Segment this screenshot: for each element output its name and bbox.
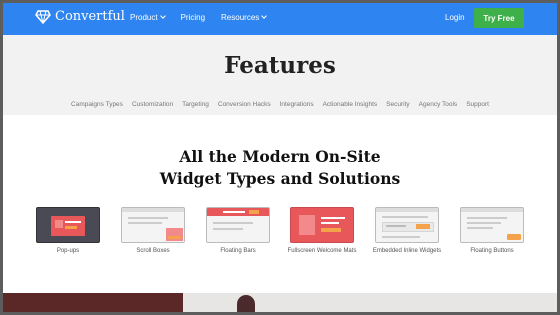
dark-banner: [3, 293, 183, 312]
widget-label: Fullscreen Welcome Mats: [287, 248, 357, 254]
widget-card-scroll-boxes[interactable]: Scroll Boxes: [121, 207, 185, 255]
menu-label: Pricing: [180, 13, 206, 22]
widget-card-floating-bars[interactable]: Floating Bars: [206, 207, 270, 255]
widget-card-popups[interactable]: Pop-ups: [36, 207, 100, 255]
next-section-preview: [3, 293, 557, 312]
chevron-down-icon: [159, 13, 166, 19]
login-link[interactable]: Login: [445, 13, 465, 22]
floating-bar-thumbnail: [206, 207, 270, 243]
avatar-image: [237, 295, 255, 312]
widget-label: Embedded Inline Widgets: [372, 248, 442, 254]
widget-label: Scroll Boxes: [136, 248, 170, 254]
menu-item-resources[interactable]: Resources: [221, 13, 268, 22]
menu-item-product[interactable]: Product: [130, 13, 166, 22]
try-free-button[interactable]: Try Free: [474, 8, 524, 28]
embedded-widget-thumbnail: [375, 207, 439, 243]
subnav-link[interactable]: Conversion Hacks: [218, 101, 271, 108]
widget-label: Floating Buttons: [470, 248, 514, 254]
subnav-link[interactable]: Agency Tools: [419, 101, 458, 108]
subnav-link[interactable]: Support: [466, 101, 489, 108]
subnav-link[interactable]: Campaigns Types: [71, 101, 123, 108]
subnav-link[interactable]: Security: [386, 101, 409, 108]
brand-logo[interactable]: Convertful: [35, 9, 125, 24]
page-title: Features: [224, 52, 336, 79]
scroll-box-thumbnail: [121, 207, 185, 243]
widget-card-embedded-inline[interactable]: Embedded Inline Widgets: [373, 207, 441, 255]
section-heading: All the Modern On-Site Widget Types and …: [3, 146, 557, 190]
menu-item-pricing[interactable]: Pricing: [181, 13, 205, 22]
menu-label: Product: [130, 13, 158, 22]
heading-line: All the Modern On-Site: [179, 147, 381, 166]
subnav-link[interactable]: Targeting: [182, 101, 209, 108]
brand-name: Convertful: [55, 9, 125, 24]
subnav-link[interactable]: Actionable Insights: [323, 101, 378, 108]
main-menu: Product Pricing Resources: [130, 13, 268, 22]
floating-button-thumbnail: [460, 207, 524, 243]
subnav-link[interactable]: Integrations: [280, 101, 314, 108]
widget-card-welcome-mats[interactable]: Fullscreen Welcome Mats: [288, 207, 356, 255]
menu-label: Resources: [221, 13, 260, 22]
features-subnav: Campaigns Types Customization Targeting …: [3, 101, 557, 108]
widget-card-floating-buttons[interactable]: Floating Buttons: [460, 207, 524, 255]
welcome-mat-thumbnail: [290, 207, 354, 243]
subnav-link[interactable]: Customization: [132, 101, 173, 108]
widget-label: Floating Bars: [220, 248, 256, 254]
heading-line: Widget Types and Solutions: [159, 169, 401, 188]
popup-thumbnail: [36, 207, 100, 243]
chevron-down-icon: [261, 13, 268, 19]
widget-label: Pop-ups: [56, 248, 80, 254]
features-header: Features Campaigns Types Customization T…: [3, 35, 557, 115]
page: Convertful Product Pricing Resources Log…: [3, 3, 557, 312]
diamond-icon: [35, 9, 51, 24]
top-nav: Convertful Product Pricing Resources Log…: [3, 3, 557, 35]
